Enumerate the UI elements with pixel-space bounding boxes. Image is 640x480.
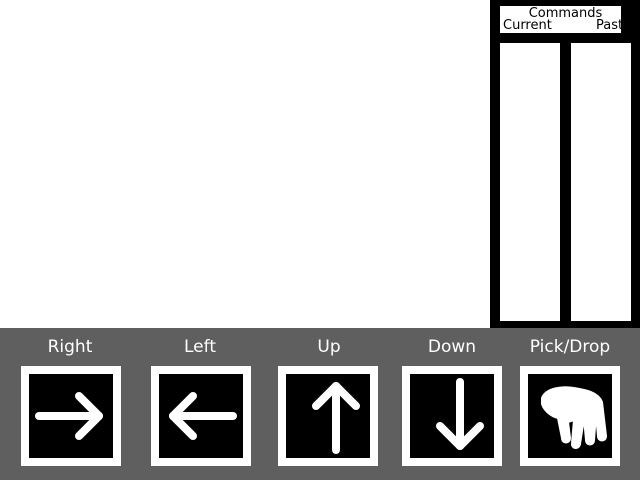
commands-header: Commands Current Past [500, 6, 624, 33]
left-button-face [159, 374, 243, 458]
control-bar: Right Left Up Down Pick/Drop [0, 328, 640, 480]
current-column-label: Current [503, 18, 552, 33]
right-label: Right [47, 337, 93, 357]
arrow-up-icon [312, 382, 360, 454]
pick-drop-button-face [528, 374, 612, 458]
hand-grab-icon [541, 386, 607, 449]
pick-drop-label: Pick/Drop [529, 337, 611, 357]
down-button[interactable] [402, 366, 502, 466]
past-column-label: Past [596, 18, 624, 33]
arrow-left-icon [169, 392, 237, 440]
arrow-right-icon [35, 392, 103, 440]
past-commands-list[interactable] [571, 43, 631, 321]
pick-drop-button[interactable] [520, 366, 620, 466]
workspace-canvas [0, 0, 490, 328]
right-button-face [29, 374, 113, 458]
current-commands-list[interactable] [500, 43, 560, 321]
down-button-face [410, 374, 494, 458]
up-button-face [286, 374, 370, 458]
left-button[interactable] [151, 366, 251, 466]
down-label: Down [427, 337, 477, 357]
right-button[interactable] [21, 366, 121, 466]
commands-panel: Commands Current Past [490, 0, 640, 328]
left-label: Left [184, 337, 216, 357]
up-button[interactable] [278, 366, 378, 466]
up-label: Up [317, 337, 341, 357]
app-window: Commands Current Past Right Left Up Down… [0, 0, 640, 480]
arrow-down-icon [436, 378, 484, 450]
